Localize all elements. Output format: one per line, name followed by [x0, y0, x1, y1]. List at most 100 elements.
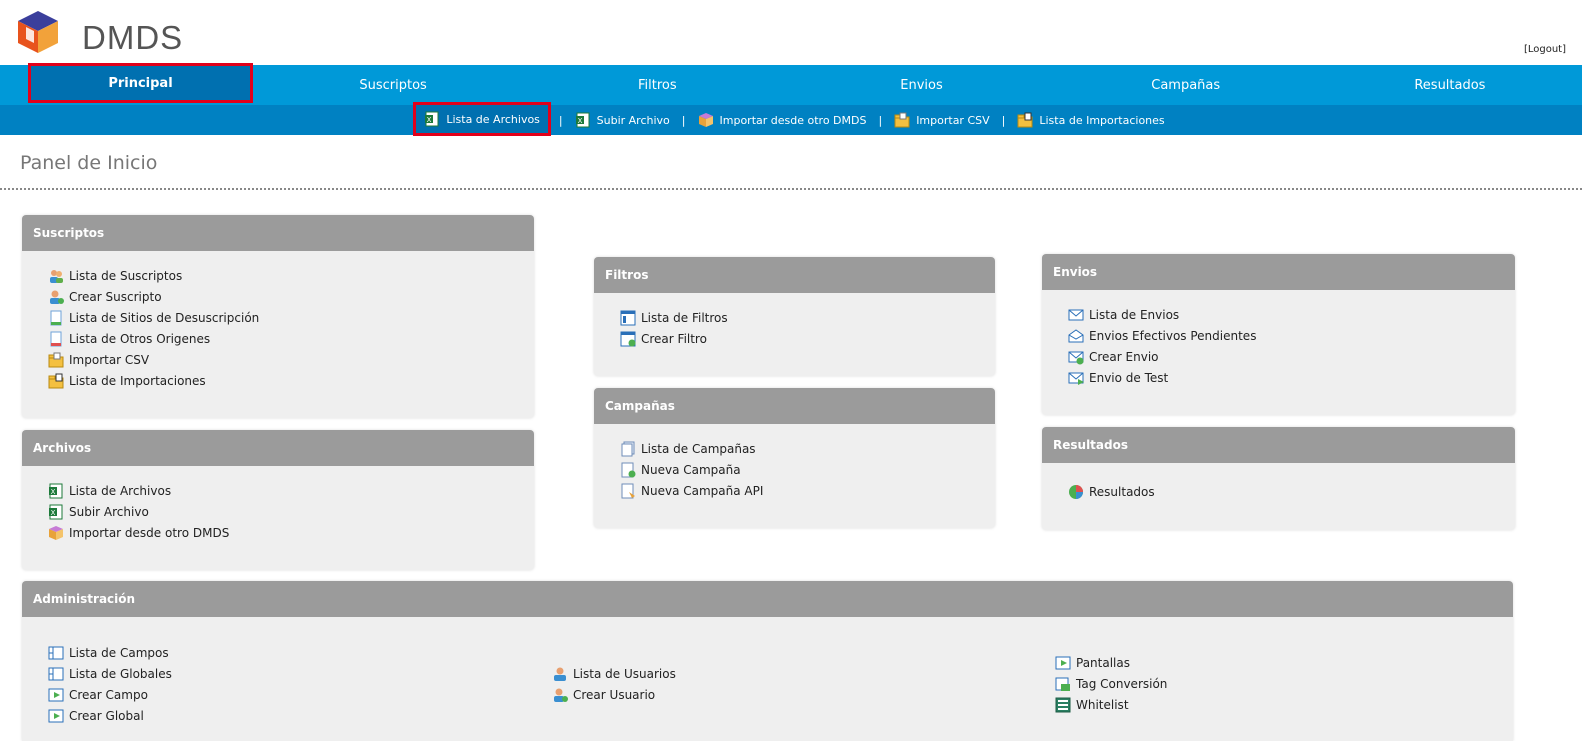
svg-text:X: X	[577, 117, 582, 125]
link-crear-filtro[interactable]: Crear Filtro	[620, 328, 995, 349]
link-lista-archivos[interactable]: X Lista de Archivos	[48, 480, 534, 501]
panel-envios: Envios Lista de Envios Envios Efectivos …	[1042, 254, 1515, 415]
box-icon	[698, 112, 714, 128]
link-lista-campos[interactable]: Lista de Campos	[48, 642, 172, 663]
link-tag-conversion[interactable]: Tag Conversión	[1055, 673, 1167, 694]
subnav-label: Importar CSV	[916, 113, 990, 127]
link-envios-efectivos-pendientes[interactable]: Envios Efectivos Pendientes	[1068, 325, 1515, 346]
panel-archivos: Archivos X Lista de Archivos X Subir Arc…	[22, 430, 534, 570]
link-label: Envios Efectivos Pendientes	[1089, 328, 1257, 343]
nav-item-resultados[interactable]: Resultados	[1318, 65, 1582, 105]
link-pantallas[interactable]: Pantallas	[1055, 652, 1167, 673]
link-lista-usuarios[interactable]: Lista de Usuarios	[552, 663, 676, 684]
panel-title: Envios	[1042, 254, 1515, 290]
nav-item-envios[interactable]: Envios	[789, 65, 1053, 105]
link-nueva-campana[interactable]: Nueva Campaña	[620, 459, 995, 480]
logout-link[interactable]: [Logout]	[1524, 44, 1566, 55]
new-envelope-icon	[1068, 349, 1084, 365]
link-nueva-campana-api[interactable]: Nueva Campaña API	[620, 480, 995, 501]
link-whitelist[interactable]: Whitelist	[1055, 694, 1167, 715]
link-crear-campo[interactable]: Crear Campo	[48, 684, 172, 705]
link-importar-desde-dmds[interactable]: Importar desde otro DMDS	[48, 522, 534, 543]
subnav-item-importar-dmds[interactable]: Importar desde otro DMDS	[694, 112, 871, 128]
screen-icon	[1055, 655, 1071, 671]
campaign-list-icon	[620, 441, 636, 457]
link-crear-envio[interactable]: Crear Envio	[1068, 346, 1515, 367]
link-label: Resultados	[1089, 484, 1155, 499]
link-lista-envios[interactable]: Lista de Envios	[1068, 304, 1515, 325]
panel-title: Campañas	[594, 388, 995, 424]
excel-icon: X	[424, 111, 440, 127]
sub-nav: X Lista de Archivos | X Subir Archivo | …	[0, 102, 1582, 136]
link-crear-usuario[interactable]: Crear Usuario	[552, 684, 676, 705]
nav-item-campanas[interactable]: Campañas	[1054, 65, 1318, 105]
link-label: Lista de Sitios de Desuscripción	[69, 310, 260, 325]
grid-icon	[48, 645, 64, 661]
subnav-item-lista-importaciones[interactable]: Lista de Importaciones	[1013, 112, 1168, 128]
link-lista-globales[interactable]: Lista de Globales	[48, 663, 172, 684]
svg-text:X: X	[427, 116, 432, 124]
link-label: Lista de Filtros	[641, 310, 728, 325]
link-label: Envio de Test	[1089, 370, 1169, 385]
link-crear-global[interactable]: Crear Global	[48, 705, 172, 726]
cube-logo-icon	[18, 11, 58, 53]
panel-resultados: Resultados Resultados	[1042, 427, 1515, 530]
link-lista-sitios-desuscripcion[interactable]: Lista de Sitios de Desuscripción	[48, 307, 534, 328]
folder-import-icon	[894, 112, 910, 128]
link-label: Lista de Archivos	[69, 483, 172, 498]
admin-col-pantallas: Pantallas Tag Conversión Whitelist	[1055, 652, 1167, 715]
brand-logo[interactable]: DMDS	[14, 9, 182, 57]
link-lista-suscriptos[interactable]: Lista de Suscriptos	[48, 265, 534, 286]
link-lista-filtros[interactable]: Lista de Filtros	[620, 307, 995, 328]
user-icon	[552, 666, 568, 682]
svg-text:X: X	[51, 488, 56, 496]
add-filter-icon	[620, 331, 636, 347]
link-lista-campanas[interactable]: Lista de Campañas	[620, 438, 995, 459]
add-grid-icon	[48, 708, 64, 724]
subnav-item-subir-archivo[interactable]: X Subir Archivo	[571, 112, 674, 128]
grid-icon	[48, 666, 64, 682]
panel-title: Administración	[22, 581, 1513, 617]
subnav-label: Lista de Importaciones	[1039, 113, 1165, 127]
link-label: Lista de Importaciones	[69, 373, 206, 388]
excel-upload-icon: X	[575, 112, 591, 128]
link-label: Subir Archivo	[69, 504, 149, 519]
link-label: Crear Filtro	[641, 331, 707, 346]
subnav-item-lista-archivos[interactable]: X Lista de Archivos	[413, 102, 551, 136]
nav-item-principal[interactable]: Principal	[28, 63, 253, 103]
link-crear-suscripto[interactable]: Crear Suscripto	[48, 286, 534, 307]
panel-filtros: Filtros Lista de Filtros Crear Filtro	[594, 257, 995, 376]
subnav-label: Lista de Archivos	[446, 112, 540, 126]
link-lista-otros-origenes[interactable]: Lista de Otros Origenes	[48, 328, 534, 349]
excel-icon: X	[48, 483, 64, 499]
link-label: Tag Conversión	[1076, 676, 1168, 691]
add-grid-icon	[48, 687, 64, 703]
document-icon	[48, 310, 64, 326]
link-lista-importaciones[interactable]: Lista de Importaciones	[48, 370, 534, 391]
subnav-label: Subir Archivo	[596, 113, 670, 127]
link-resultados[interactable]: Resultados	[1068, 481, 1515, 502]
link-label: Crear Global	[69, 708, 144, 723]
pie-chart-icon	[1068, 484, 1084, 500]
link-importar-csv[interactable]: Importar CSV	[48, 349, 534, 370]
nav-item-suscriptos[interactable]: Suscriptos	[261, 65, 525, 105]
link-label: Importar desde otro DMDS	[69, 525, 230, 540]
divider	[0, 188, 1582, 190]
panel-title: Suscriptos	[22, 215, 534, 251]
panel-campanas: Campañas Lista de Campañas Nueva Campaña…	[594, 388, 995, 528]
excel-upload-icon: X	[48, 504, 64, 520]
document-icon	[48, 331, 64, 347]
link-label: Lista de Globales	[69, 666, 172, 681]
panel-title: Filtros	[594, 257, 995, 293]
link-subir-archivo[interactable]: X Subir Archivo	[48, 501, 534, 522]
main-nav: Principal Suscriptos Filtros Envios Camp…	[0, 63, 1582, 105]
filter-list-icon	[620, 310, 636, 326]
nav-item-filtros[interactable]: Filtros	[525, 65, 789, 105]
subnav-item-importar-csv[interactable]: Importar CSV	[890, 112, 993, 128]
link-label: Lista de Envios	[1089, 307, 1180, 322]
tag-icon	[1055, 676, 1071, 692]
separator: |	[681, 113, 686, 127]
link-envio-test[interactable]: Envio de Test	[1068, 367, 1515, 388]
admin-col-campos: Lista de Campos Lista de Globales Crear …	[48, 642, 172, 726]
box-icon	[48, 525, 64, 541]
